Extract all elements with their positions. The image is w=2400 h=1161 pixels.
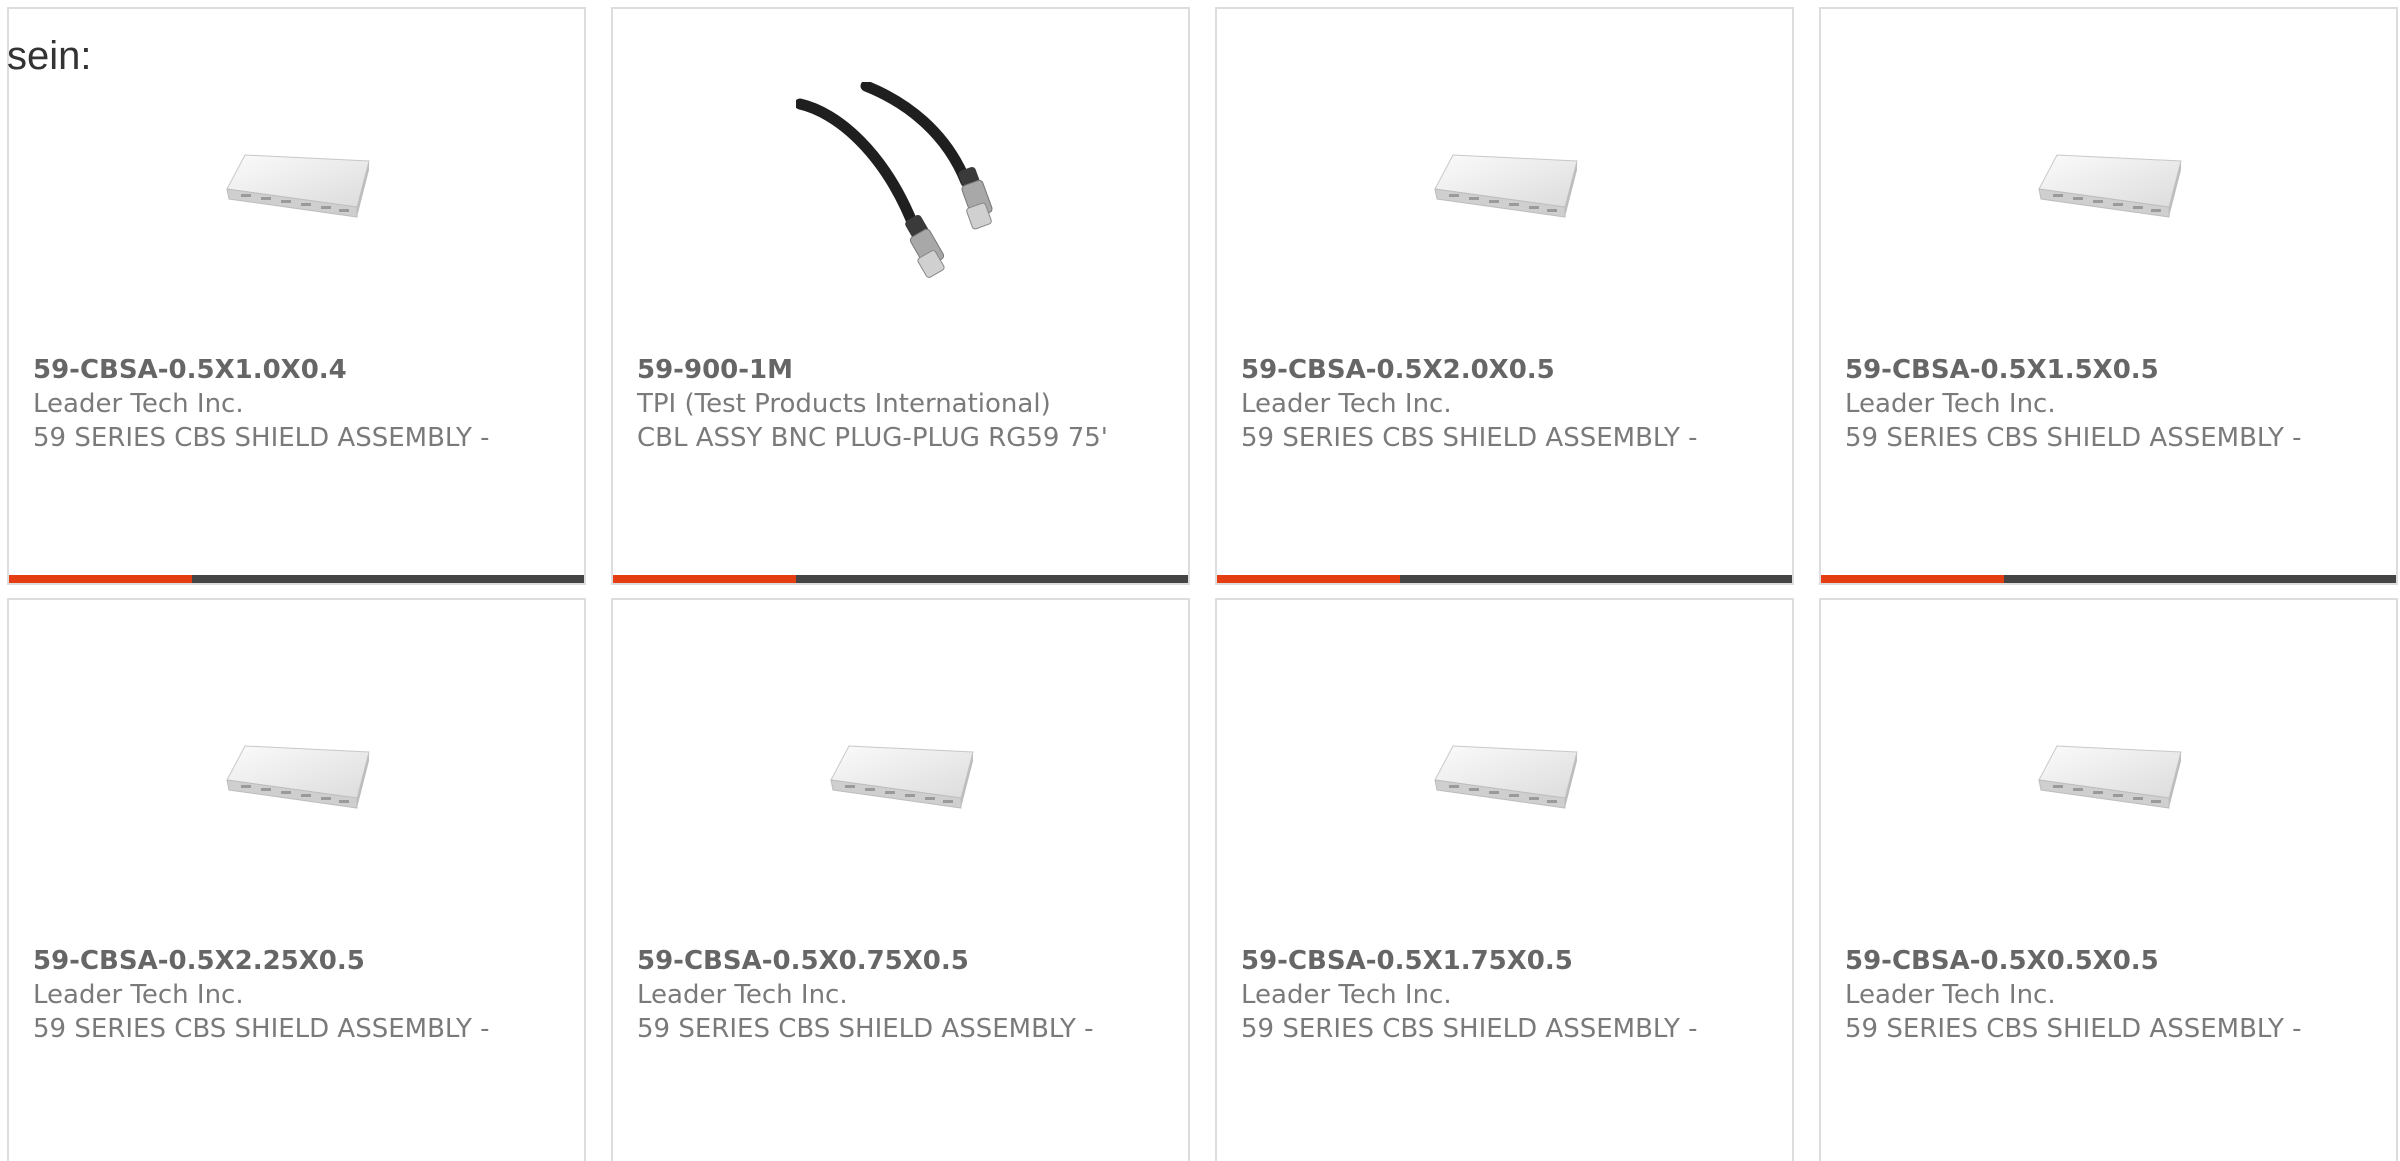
product-info: 59-900-1M TPI (Test Products Internation… bbox=[637, 353, 1164, 455]
product-card[interactable]: 59-CBSA-0.5X2.0X0.5 Leader Tech Inc. 59 … bbox=[1215, 7, 1794, 585]
product-info: 59-CBSA-0.5X0.5X0.5 Leader Tech Inc. 59 … bbox=[1845, 944, 2372, 1046]
description: 59 SERIES CBS SHIELD ASSEMBLY - bbox=[33, 423, 490, 453]
product-card[interactable]: 59-CBSA-0.5X0.75X0.5 Leader Tech Inc. 59… bbox=[611, 598, 1190, 1161]
description: 59 SERIES CBS SHIELD ASSEMBLY - bbox=[33, 1014, 490, 1044]
manufacturer: Leader Tech Inc. bbox=[1241, 980, 1452, 1010]
shield-image bbox=[225, 154, 370, 218]
description: 59 SERIES CBS SHIELD ASSEMBLY - bbox=[1241, 423, 1698, 453]
card-bar bbox=[1821, 575, 2396, 583]
product-image bbox=[1217, 67, 1792, 307]
part-number[interactable]: 59-CBSA-0.5X1.5X0.5 bbox=[1845, 353, 2372, 387]
product-card[interactable]: 59-CBSA-0.5X1.0X0.4 Leader Tech Inc. 59 … bbox=[7, 7, 586, 585]
card-bar-accent bbox=[9, 575, 192, 583]
product-info: 59-CBSA-0.5X0.75X0.5 Leader Tech Inc. 59… bbox=[637, 944, 1164, 1046]
product-info: 59-CBSA-0.5X2.25X0.5 Leader Tech Inc. 59… bbox=[33, 944, 560, 1046]
product-card[interactable]: 59-CBSA-0.5X0.5X0.5 Leader Tech Inc. 59 … bbox=[1819, 598, 2398, 1161]
shield-image bbox=[225, 745, 370, 809]
shield-image bbox=[2037, 154, 2182, 218]
product-image bbox=[9, 658, 584, 898]
description: 59 SERIES CBS SHIELD ASSEMBLY - bbox=[1845, 423, 2302, 453]
product-card[interactable]: 59-CBSA-0.5X1.5X0.5 Leader Tech Inc. 59 … bbox=[1819, 7, 2398, 585]
intro-text: sein: bbox=[7, 34, 92, 78]
product-image bbox=[1821, 658, 2396, 898]
card-bar-accent bbox=[1217, 575, 1400, 583]
manufacturer: Leader Tech Inc. bbox=[1241, 389, 1452, 419]
product-info: 59-CBSA-0.5X1.75X0.5 Leader Tech Inc. 59… bbox=[1241, 944, 1768, 1046]
manufacturer: Leader Tech Inc. bbox=[637, 980, 848, 1010]
card-bar bbox=[613, 575, 1188, 583]
product-image bbox=[9, 67, 584, 307]
product-image bbox=[1217, 658, 1792, 898]
product-card[interactable]: 59-900-1M TPI (Test Products Internation… bbox=[611, 7, 1190, 585]
product-card[interactable]: 59-CBSA-0.5X2.25X0.5 Leader Tech Inc. 59… bbox=[7, 598, 586, 1161]
cable-image bbox=[795, 82, 993, 278]
description: 59 SERIES CBS SHIELD ASSEMBLY - bbox=[637, 1014, 1094, 1044]
part-number[interactable]: 59-CBSA-0.5X1.75X0.5 bbox=[1241, 944, 1768, 978]
part-number[interactable]: 59-CBSA-0.5X2.25X0.5 bbox=[33, 944, 560, 978]
card-bar-accent bbox=[1821, 575, 2004, 583]
product-grid: 59-CBSA-0.5X1.0X0.4 Leader Tech Inc. 59 … bbox=[7, 7, 2398, 1161]
description: 59 SERIES CBS SHIELD ASSEMBLY - bbox=[1845, 1014, 2302, 1044]
product-image bbox=[613, 658, 1188, 898]
product-info: 59-CBSA-0.5X1.5X0.5 Leader Tech Inc. 59 … bbox=[1845, 353, 2372, 455]
part-number[interactable]: 59-CBSA-0.5X0.5X0.5 bbox=[1845, 944, 2372, 978]
card-bar bbox=[9, 575, 584, 583]
part-number[interactable]: 59-900-1M bbox=[637, 353, 1164, 387]
manufacturer: Leader Tech Inc. bbox=[1845, 980, 2056, 1010]
card-bar bbox=[1217, 575, 1792, 583]
product-info: 59-CBSA-0.5X1.0X0.4 Leader Tech Inc. 59 … bbox=[33, 353, 560, 455]
product-card[interactable]: 59-CBSA-0.5X1.75X0.5 Leader Tech Inc. 59… bbox=[1215, 598, 1794, 1161]
manufacturer: Leader Tech Inc. bbox=[1845, 389, 2056, 419]
page: sein: 59-CBSA-0.5X1.0X0.4 Leader Tech In… bbox=[0, 0, 2400, 1161]
product-info: 59-CBSA-0.5X2.0X0.5 Leader Tech Inc. 59 … bbox=[1241, 353, 1768, 455]
manufacturer: Leader Tech Inc. bbox=[33, 389, 244, 419]
description: CBL ASSY BNC PLUG-PLUG RG59 75' bbox=[637, 423, 1108, 453]
part-number[interactable]: 59-CBSA-0.5X1.0X0.4 bbox=[33, 353, 560, 387]
description: 59 SERIES CBS SHIELD ASSEMBLY - bbox=[1241, 1014, 1698, 1044]
shield-image bbox=[2037, 745, 2182, 809]
manufacturer: Leader Tech Inc. bbox=[33, 980, 244, 1010]
manufacturer: TPI (Test Products International) bbox=[637, 389, 1051, 419]
shield-image bbox=[1433, 745, 1578, 809]
shield-image bbox=[1433, 154, 1578, 218]
part-number[interactable]: 59-CBSA-0.5X2.0X0.5 bbox=[1241, 353, 1768, 387]
card-bar-accent bbox=[613, 575, 796, 583]
product-image bbox=[613, 67, 1188, 307]
part-number[interactable]: 59-CBSA-0.5X0.75X0.5 bbox=[637, 944, 1164, 978]
shield-image bbox=[829, 745, 974, 809]
product-image bbox=[1821, 67, 2396, 307]
